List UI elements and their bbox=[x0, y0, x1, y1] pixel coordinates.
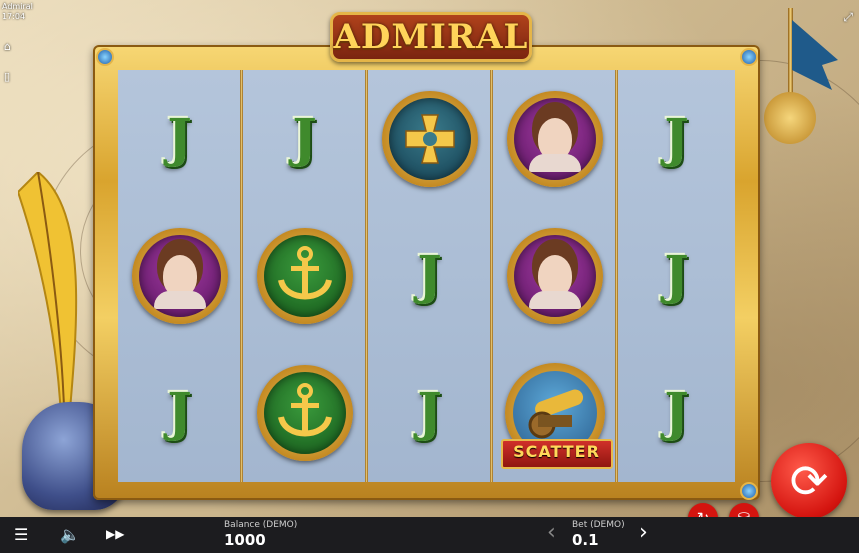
symbol-cross bbox=[381, 90, 478, 187]
symbol-lady bbox=[506, 90, 603, 187]
symbol-j: J bbox=[292, 108, 317, 169]
reel-3: J J bbox=[368, 70, 491, 482]
spin-button[interactable]: ⟳ bbox=[771, 443, 847, 519]
symbol-lady bbox=[506, 227, 603, 324]
cannon-icon bbox=[528, 389, 583, 438]
reel-grid: J J J J J SCATTER J J J bbox=[118, 70, 735, 482]
symbol-j: J bbox=[664, 108, 689, 169]
symbol-j: J bbox=[167, 382, 192, 443]
home-icon[interactable]: ⌂ bbox=[4, 40, 11, 53]
reel-4: SCATTER bbox=[493, 70, 616, 482]
flag-icon bbox=[792, 20, 838, 90]
symbol-anchor bbox=[256, 227, 353, 324]
reel-cell: J bbox=[618, 70, 735, 207]
symbol-anchor bbox=[256, 364, 353, 461]
spin-icon: ⟳ bbox=[789, 454, 829, 508]
reel-2: J bbox=[243, 70, 366, 482]
symbol-j: J bbox=[664, 382, 689, 443]
symbol-j: J bbox=[417, 382, 442, 443]
reel-cell bbox=[243, 207, 366, 344]
fullscreen-icon[interactable]: ⤢ bbox=[843, 10, 853, 25]
reel-cell: J bbox=[243, 70, 366, 207]
game-title: ADMIRAL bbox=[333, 17, 529, 57]
clock: 17:04 bbox=[2, 12, 26, 21]
menu-icon[interactable]: ☰ bbox=[14, 525, 28, 544]
app-name: Admiral bbox=[2, 2, 33, 11]
reel-cell: SCATTER bbox=[493, 344, 616, 481]
system-info: Admiral 17:04 bbox=[2, 2, 33, 22]
paytable-icon[interactable]: ▯ bbox=[4, 70, 10, 83]
reel-cell bbox=[493, 207, 616, 344]
bottom-bar: ☰ 🔈 ▶▶ Balance (DEMO) 1000 ‹ Bet (DEMO) … bbox=[0, 517, 859, 553]
bet-label: Bet (DEMO) bbox=[572, 520, 625, 530]
reel-cell: J bbox=[368, 344, 491, 481]
reel-cell: J bbox=[618, 344, 735, 481]
reel-cell: J bbox=[118, 344, 241, 481]
reel-cell: J bbox=[618, 207, 735, 344]
reel-cell: J bbox=[368, 207, 491, 344]
frame-gem bbox=[740, 48, 758, 66]
bet-decrease-button[interactable]: ‹ bbox=[547, 520, 556, 545]
symbol-lady bbox=[131, 227, 228, 324]
symbol-j: J bbox=[167, 108, 192, 169]
reel-5: J J J bbox=[618, 70, 735, 482]
cross-icon bbox=[404, 113, 455, 164]
anchor-icon bbox=[277, 382, 332, 436]
scatter-label: SCATTER bbox=[500, 439, 613, 469]
reel-cell: J bbox=[118, 70, 241, 207]
bet-value: 0.1 bbox=[572, 531, 599, 549]
reel-1: J J bbox=[118, 70, 241, 482]
reel-cell bbox=[368, 70, 491, 207]
frame-gem bbox=[740, 482, 758, 500]
symbol-scatter: SCATTER bbox=[499, 350, 613, 475]
sound-icon[interactable]: 🔈 bbox=[60, 525, 80, 544]
fast-forward-icon[interactable]: ▶▶ bbox=[106, 527, 124, 541]
flag-base bbox=[764, 92, 816, 144]
symbol-j: J bbox=[664, 245, 689, 306]
symbol-j: J bbox=[417, 245, 442, 306]
balance-value: 1000 bbox=[224, 531, 266, 549]
reel-cell bbox=[118, 207, 241, 344]
reel-cell bbox=[243, 344, 366, 481]
balance-label: Balance (DEMO) bbox=[224, 520, 298, 530]
reel-cell bbox=[493, 70, 616, 207]
frame-gem bbox=[96, 48, 114, 66]
bet-increase-button[interactable]: › bbox=[639, 520, 648, 545]
anchor-icon bbox=[277, 245, 332, 299]
